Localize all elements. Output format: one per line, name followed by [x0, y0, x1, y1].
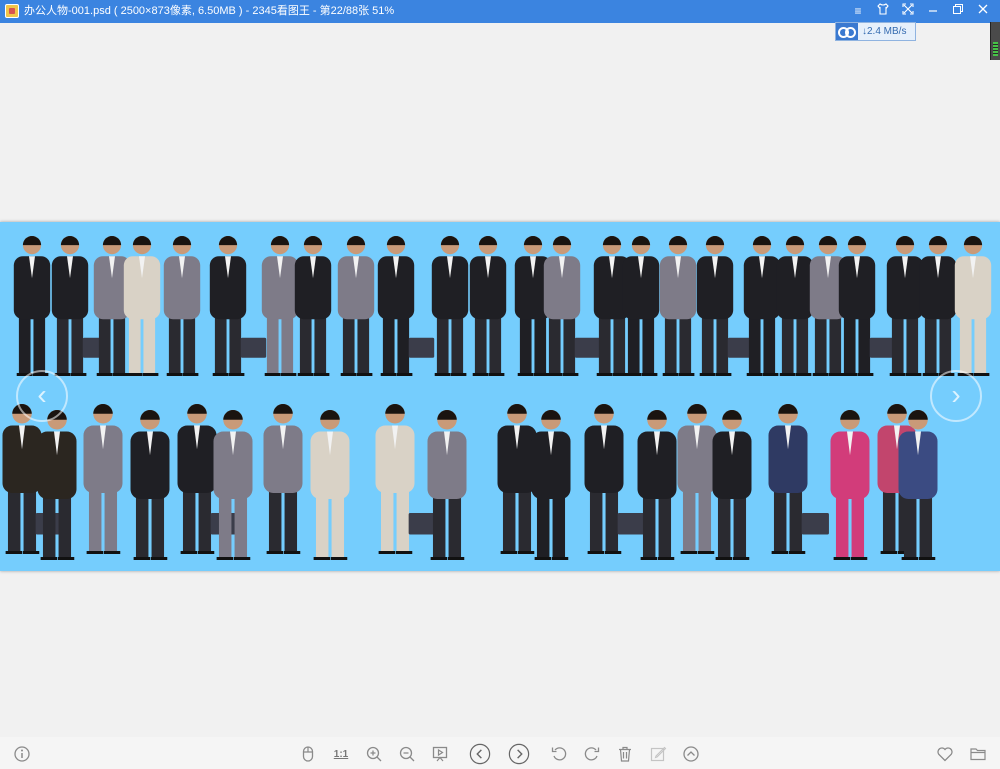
more-icon[interactable] [680, 743, 702, 765]
person-figure [838, 236, 896, 376]
download-speed: 2.4 MB/s [867, 26, 907, 37]
cloud-logo-icon [836, 23, 858, 40]
app-logo-icon [5, 4, 19, 18]
title-bar: 办公人物-001.psd ( 2500×873像素, 6.50MB ) - 23… [0, 0, 1000, 23]
menu-icon[interactable]: ≡ [849, 3, 867, 20]
person-figure [13, 236, 51, 376]
person-figure [622, 236, 660, 376]
person-figure [377, 236, 435, 376]
person-figure [830, 410, 870, 560]
person-figure [659, 236, 697, 376]
image-canvas[interactable] [0, 222, 1000, 571]
close-icon[interactable] [974, 3, 992, 20]
person-figure [375, 404, 436, 554]
window-title: 办公人物-001.psd ( 2500×873像素, 6.50MB ) - 23… [24, 5, 395, 17]
skin-icon[interactable] [874, 3, 892, 20]
person-figure [886, 236, 924, 376]
person-figure [427, 410, 467, 560]
person-figure [83, 404, 123, 554]
person-figure [531, 410, 571, 560]
person-figure [130, 410, 170, 560]
person-figure [337, 236, 375, 376]
person-figure [954, 236, 992, 376]
person-figure [776, 236, 814, 376]
person-figure [123, 236, 161, 376]
person-figure [919, 236, 957, 376]
previous-icon[interactable] [469, 743, 491, 765]
office-people-image [2, 236, 992, 560]
mouse-icon[interactable] [297, 743, 319, 765]
rotate-left-icon[interactable] [548, 743, 570, 765]
delete-icon[interactable] [614, 743, 636, 765]
person-figure [677, 404, 717, 554]
fullscreen-icon[interactable] [899, 3, 917, 20]
person-figure [543, 236, 601, 376]
person-figure [431, 236, 469, 376]
actual-size-button[interactable]: 1:1 [330, 743, 352, 765]
person-figure [310, 410, 350, 560]
bottom-toolbar: 1:1 [0, 737, 1000, 769]
zoom-out-icon[interactable] [396, 743, 418, 765]
person-figure [209, 236, 267, 376]
person-figure [497, 404, 537, 554]
person-figure [637, 410, 677, 560]
slideshow-icon[interactable] [429, 743, 451, 765]
person-figure [263, 404, 303, 554]
edit-icon[interactable] [647, 743, 669, 765]
person-figure [294, 236, 332, 376]
person-figure [213, 410, 253, 560]
next-icon[interactable] [508, 743, 530, 765]
folder-icon[interactable] [967, 743, 989, 765]
person-figure [743, 236, 781, 376]
zoom-in-icon[interactable] [363, 743, 385, 765]
person-figure [37, 410, 77, 560]
side-level-meter [990, 22, 1000, 60]
actual-size-label: 1:1 [333, 748, 349, 760]
person-figure [261, 236, 299, 376]
person-figure [469, 236, 507, 376]
info-icon[interactable] [11, 743, 33, 765]
rotate-right-icon[interactable] [581, 743, 603, 765]
previous-image-button[interactable]: ‹ [16, 370, 68, 422]
person-figure [712, 410, 752, 560]
person-figure [584, 404, 645, 554]
minimize-icon[interactable] [924, 3, 942, 20]
restore-icon[interactable] [949, 3, 967, 20]
person-figure [768, 404, 829, 554]
person-figure [163, 236, 201, 376]
favorite-icon[interactable] [934, 743, 956, 765]
person-figure [898, 410, 938, 560]
download-speed-widget[interactable]: ↓2.4 MB/s [835, 22, 916, 41]
next-image-button[interactable]: › [930, 370, 982, 422]
